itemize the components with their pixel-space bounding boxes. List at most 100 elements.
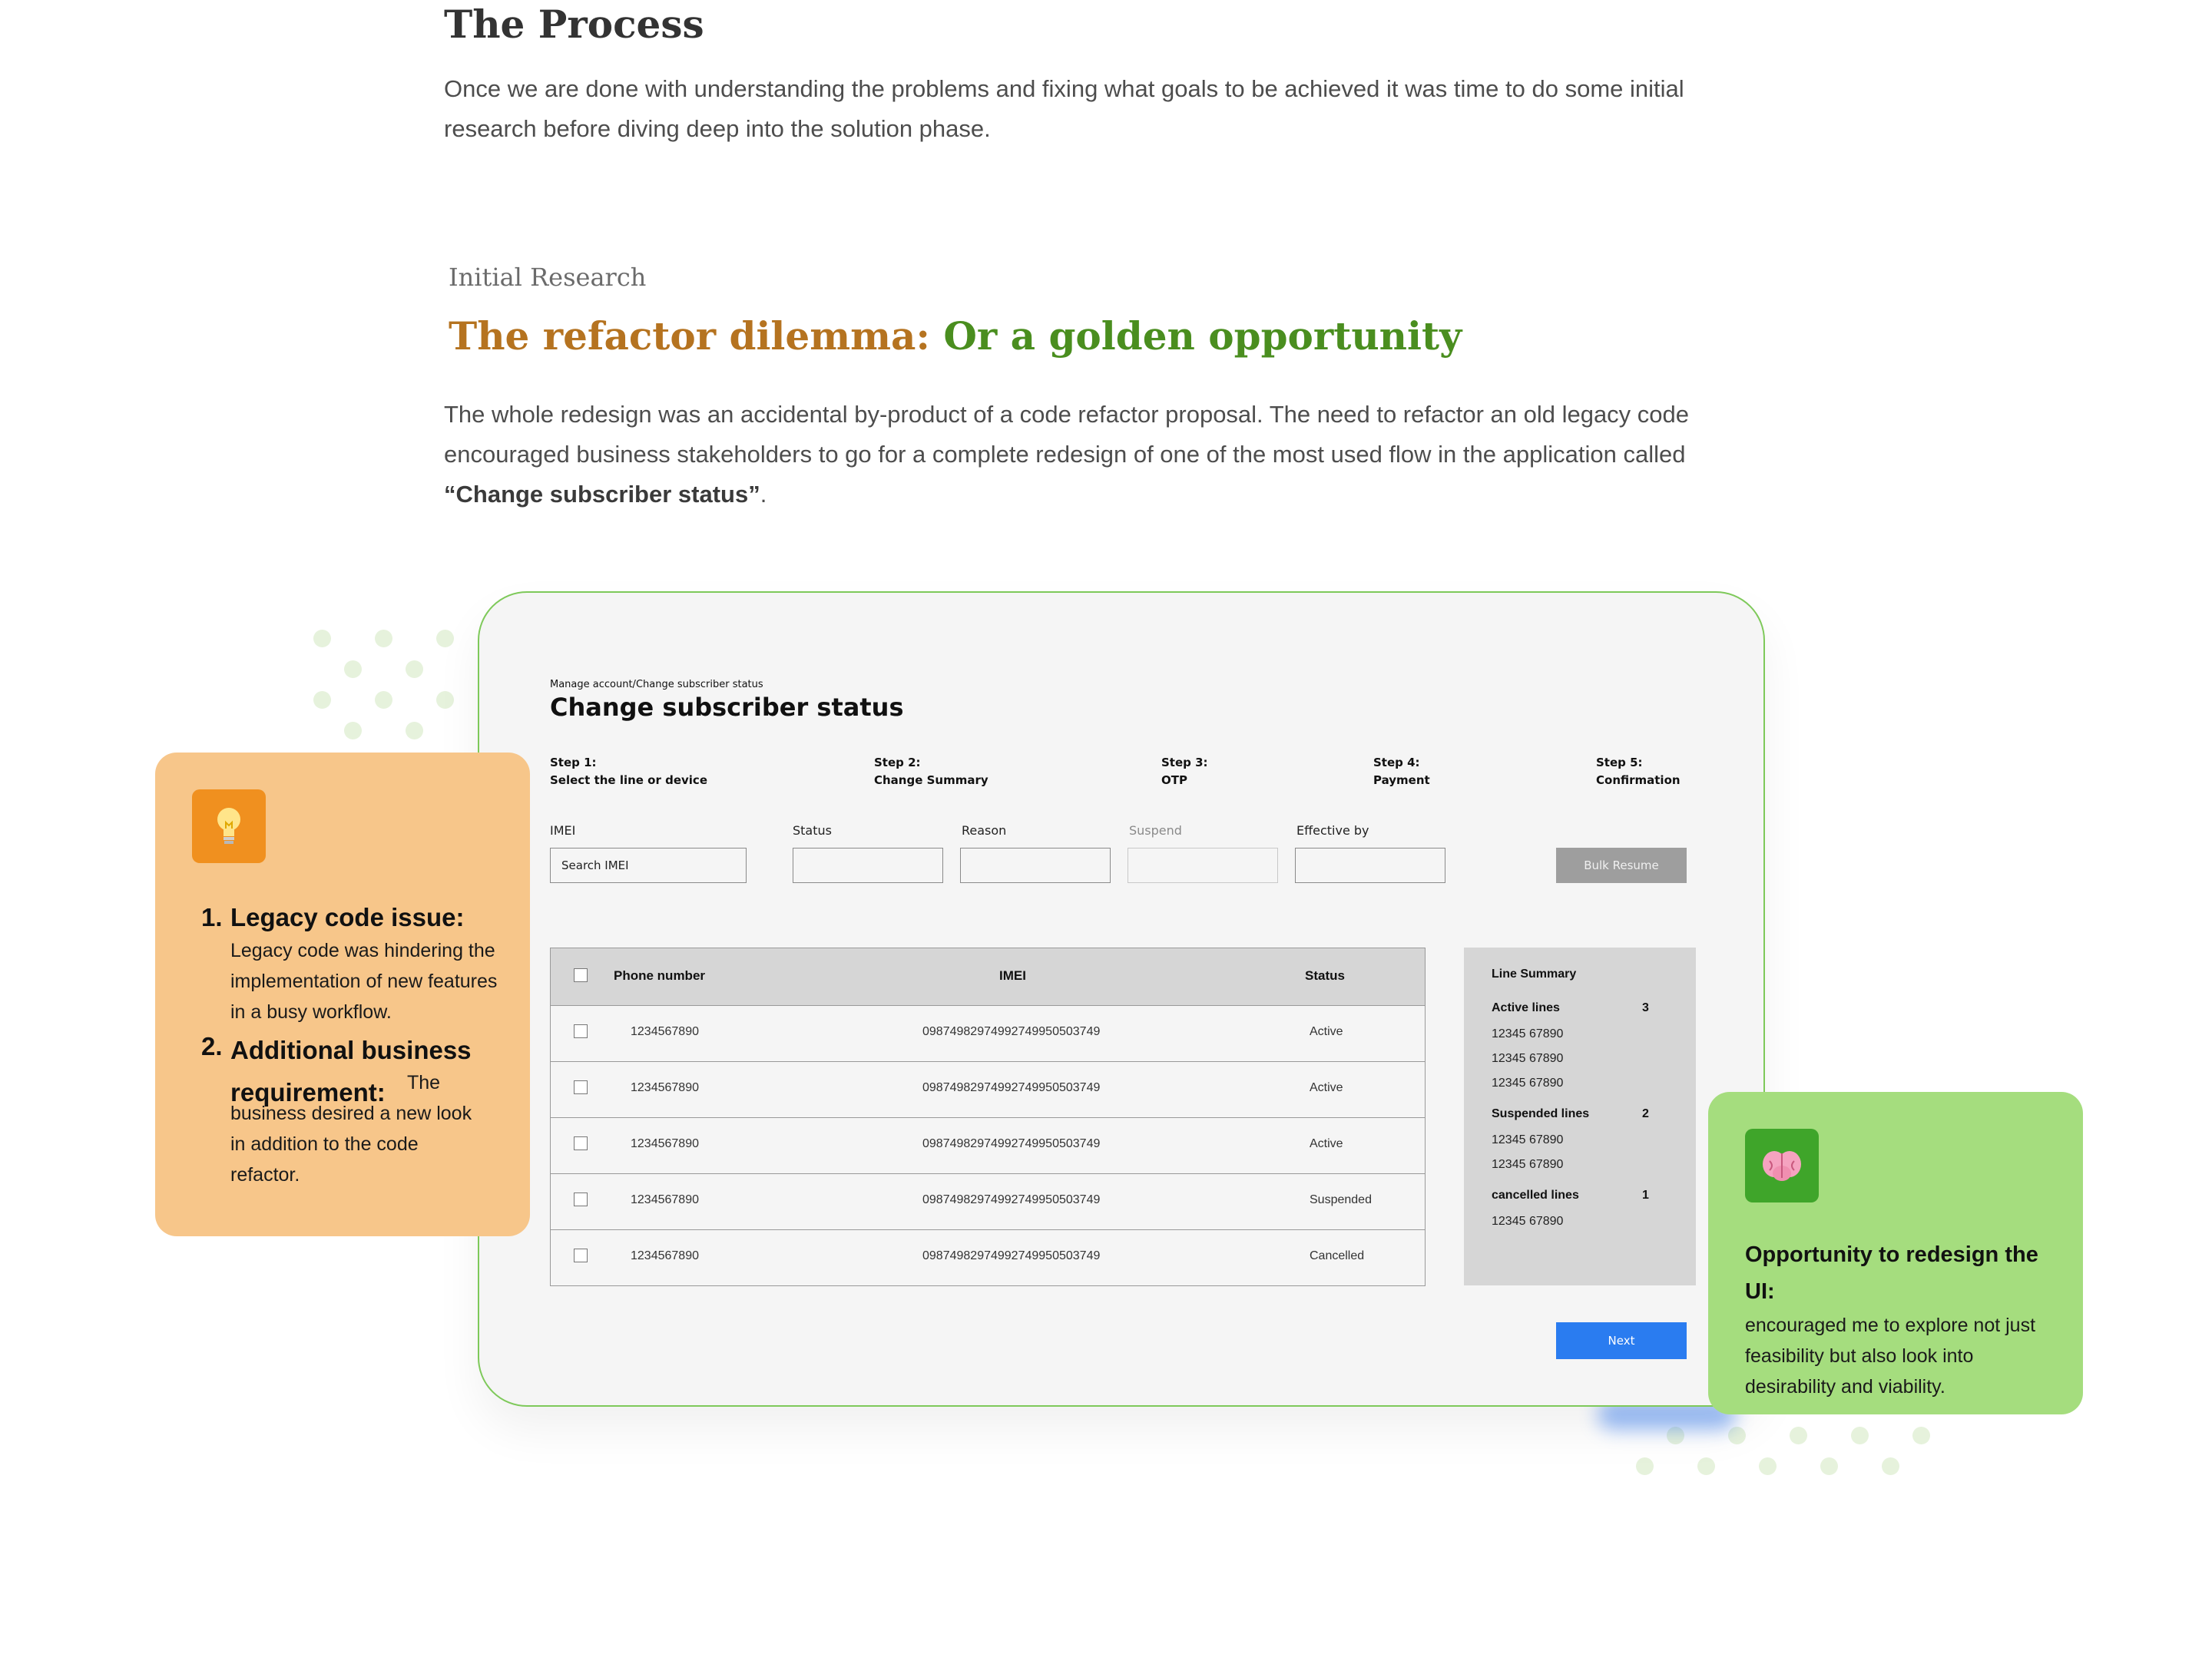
suspended-lines-count: 2 bbox=[1642, 1107, 1649, 1120]
step-4-label: Payment bbox=[1373, 773, 1430, 787]
row-status: Active bbox=[1310, 1137, 1343, 1150]
dilemma-end: . bbox=[760, 481, 767, 508]
header-status[interactable]: Status bbox=[1305, 968, 1345, 984]
table-row[interactable]: 1234567890 09874982974992749950503749 Ac… bbox=[551, 1005, 1425, 1061]
row-checkbox[interactable] bbox=[574, 1136, 588, 1150]
process-paragraph: Once we are done with understanding the … bbox=[444, 75, 1684, 142]
row-status: Suspended bbox=[1310, 1193, 1372, 1206]
step-5[interactable]: Step 5: Confirmation bbox=[1596, 754, 1681, 789]
table-row[interactable]: 1234567890 09874982974992749950503749 Ca… bbox=[551, 1229, 1425, 1285]
lightbulb-icon-shape bbox=[217, 808, 240, 844]
step-1-label: Select the line or device bbox=[550, 773, 707, 787]
row-imei: 09874982974992749950503749 bbox=[922, 1193, 1101, 1206]
step-5-num: Step 5: bbox=[1596, 756, 1643, 769]
reason-select[interactable] bbox=[960, 848, 1111, 883]
line-summary-panel: Line Summary Active lines 3 12345 67890 … bbox=[1464, 948, 1696, 1285]
cancelled-lines-count: 1 bbox=[1642, 1189, 1649, 1202]
step-2-num: Step 2: bbox=[874, 756, 921, 769]
mockup-breadcrumb[interactable]: Manage account/Change subscriber status bbox=[550, 679, 763, 690]
imei-search-input[interactable]: Search IMEI bbox=[550, 848, 747, 883]
table-row[interactable]: 1234567890 09874982974992749950503749 Su… bbox=[551, 1173, 1425, 1229]
row-phone: 1234567890 bbox=[631, 1081, 699, 1094]
row-status: Cancelled bbox=[1310, 1249, 1365, 1262]
line-summary-title: Line Summary bbox=[1492, 968, 1577, 981]
row-imei: 09874982974992749950503749 bbox=[922, 1081, 1101, 1094]
suspended-lines-label: Suspended lines bbox=[1492, 1107, 1590, 1120]
dilemma-paragraph: The whole redesign was an accidental by-… bbox=[444, 395, 1780, 514]
table-header: Phone number IMEI Status bbox=[551, 948, 1425, 1005]
reason-label: Reason bbox=[962, 823, 1007, 838]
dilemma-bold-flow-name: “Change subscriber status” bbox=[444, 481, 760, 508]
summary-line: 12345 67890 bbox=[1492, 1133, 1564, 1146]
dilemma-heading: The refactor dilemma: Or a golden opport… bbox=[449, 313, 1462, 359]
table-row[interactable]: 1234567890 09874982974992749950503749 Ac… bbox=[551, 1061, 1425, 1117]
status-label: Status bbox=[793, 823, 832, 838]
lines-table: Phone number IMEI Status 1234567890 0987… bbox=[550, 948, 1426, 1286]
summary-line: 12345 67890 bbox=[1492, 1077, 1564, 1090]
opportunity-card: Opportunity to redesign the UI: encourag… bbox=[1708, 1092, 2083, 1414]
row-phone: 1234567890 bbox=[631, 1193, 699, 1206]
suspend-label: Suspend bbox=[1129, 823, 1182, 838]
row-imei: 09874982974992749950503749 bbox=[922, 1025, 1101, 1038]
step-1[interactable]: Step 1: Select the line or device bbox=[550, 754, 707, 789]
item-1-number: 1. bbox=[201, 903, 223, 931]
step-2-label: Change Summary bbox=[874, 773, 988, 787]
dot-pattern-bottom-right bbox=[1636, 1427, 1930, 1488]
dot-pattern-top-left bbox=[313, 630, 467, 745]
lightbulb-icon bbox=[192, 789, 266, 863]
process-heading: The Process bbox=[444, 2, 704, 47]
summary-line: 12345 67890 bbox=[1492, 1052, 1564, 1065]
opportunity-body: encouraged me to explore not just feasib… bbox=[1745, 1315, 2036, 1398]
row-phone: 1234567890 bbox=[631, 1025, 699, 1038]
section-eyebrow: Initial Research bbox=[449, 263, 647, 292]
mockup-frame: Manage account/Change subscriber status … bbox=[478, 591, 1765, 1407]
active-lines-label: Active lines bbox=[1492, 1001, 1560, 1014]
dilemma-heading-part2: Or a golden opportunity bbox=[943, 313, 1462, 359]
summary-line: 12345 67890 bbox=[1492, 1027, 1564, 1040]
mockup-title: Change subscriber status bbox=[550, 693, 904, 722]
step-4-num: Step 4: bbox=[1373, 756, 1420, 769]
brain-icon-shape bbox=[1763, 1151, 1801, 1181]
item-2-body: The business desired a new look in addit… bbox=[230, 1072, 472, 1186]
summary-line: 12345 67890 bbox=[1492, 1215, 1564, 1228]
row-imei: 09874982974992749950503749 bbox=[922, 1249, 1101, 1262]
select-all-checkbox[interactable] bbox=[574, 968, 588, 982]
status-select[interactable] bbox=[793, 848, 943, 883]
step-4[interactable]: Step 4: Payment bbox=[1373, 754, 1430, 789]
cancelled-lines-label: cancelled lines bbox=[1492, 1189, 1579, 1202]
step-3[interactable]: Step 3: OTP bbox=[1161, 754, 1208, 789]
row-phone: 1234567890 bbox=[631, 1249, 699, 1262]
active-lines-count: 3 bbox=[1642, 1001, 1649, 1014]
header-phone-number[interactable]: Phone number bbox=[614, 968, 705, 984]
legacy-issues-card: 1. Legacy code issue: Legacy code was hi… bbox=[155, 753, 530, 1236]
effective-by-select[interactable] bbox=[1295, 848, 1445, 883]
imei-search-placeholder: Search IMEI bbox=[561, 858, 629, 872]
dilemma-text: The whole redesign was an accidental by-… bbox=[444, 401, 1690, 468]
effective-by-label: Effective by bbox=[1296, 823, 1369, 838]
row-checkbox[interactable] bbox=[574, 1024, 588, 1038]
row-imei: 09874982974992749950503749 bbox=[922, 1137, 1101, 1150]
summary-line: 12345 67890 bbox=[1492, 1158, 1564, 1171]
step-1-num: Step 1: bbox=[550, 756, 597, 769]
opportunity-title: Opportunity to redesign the UI: bbox=[1745, 1242, 2038, 1304]
brain-icon bbox=[1745, 1129, 1819, 1202]
row-checkbox[interactable] bbox=[574, 1249, 588, 1262]
next-button[interactable]: Next bbox=[1556, 1322, 1687, 1359]
suspend-select[interactable] bbox=[1128, 848, 1278, 883]
step-3-label: OTP bbox=[1161, 773, 1187, 787]
row-phone: 1234567890 bbox=[631, 1137, 699, 1150]
item-1-title: Legacy code issue: bbox=[230, 903, 465, 931]
imei-label: IMEI bbox=[550, 823, 576, 838]
row-checkbox[interactable] bbox=[574, 1193, 588, 1206]
header-imei[interactable]: IMEI bbox=[999, 968, 1026, 984]
bulk-resume-button[interactable]: Bulk Resume bbox=[1556, 848, 1687, 883]
step-3-num: Step 3: bbox=[1161, 756, 1208, 769]
opportunity-text: Opportunity to redesign the UI: encourag… bbox=[1745, 1236, 2060, 1402]
row-status: Active bbox=[1310, 1081, 1343, 1094]
item-2-number: 2. bbox=[201, 1032, 223, 1060]
step-2[interactable]: Step 2: Change Summary bbox=[874, 754, 988, 789]
row-checkbox[interactable] bbox=[574, 1080, 588, 1094]
dilemma-heading-part1: The refactor dilemma: bbox=[449, 313, 930, 359]
row-status: Active bbox=[1310, 1025, 1343, 1038]
table-row[interactable]: 1234567890 09874982974992749950503749 Ac… bbox=[551, 1117, 1425, 1173]
